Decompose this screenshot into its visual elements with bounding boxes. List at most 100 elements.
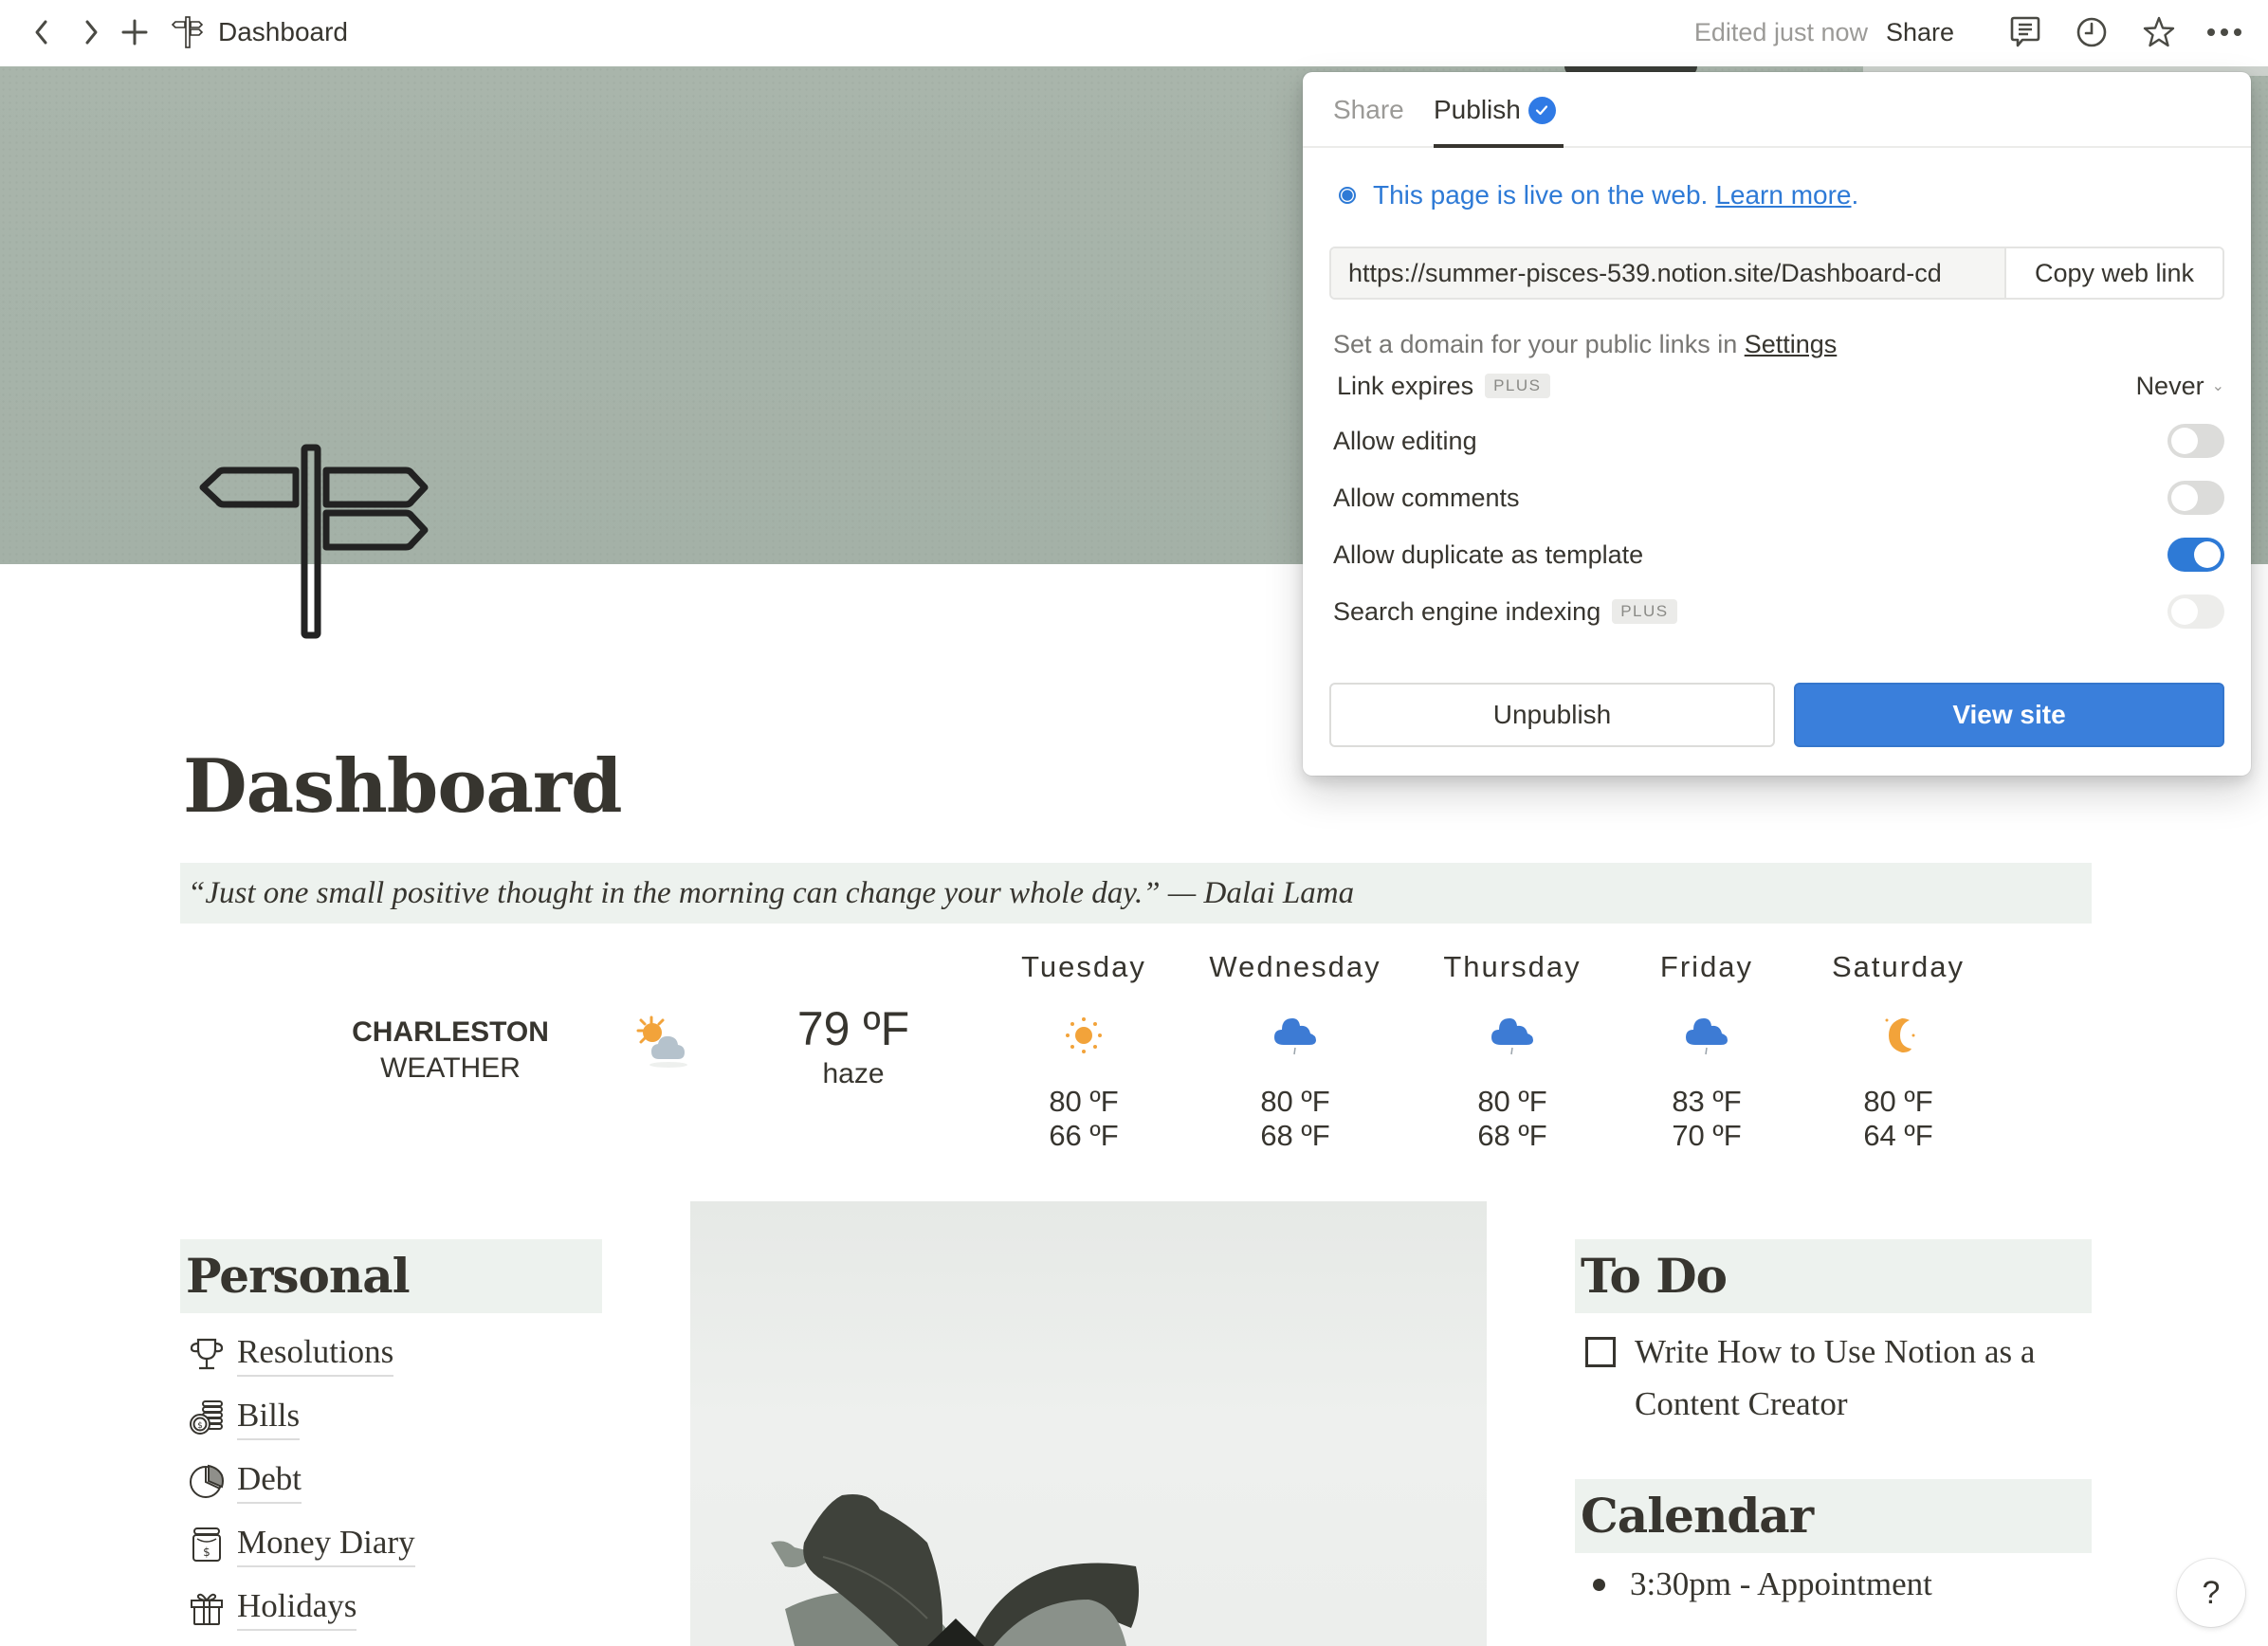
forecast-day-name: Friday <box>1659 950 1754 983</box>
search-indexing-label-wrap: Search engine indexing PLUS <box>1333 597 1677 627</box>
allow-comments-toggle[interactable] <box>2167 481 2224 515</box>
more-button[interactable] <box>2205 13 2243 51</box>
publish-popup: Share Publish This page is live on the w… <box>1303 72 2251 776</box>
domain-hint: Set a domain for your public links in Se… <box>1333 325 1837 363</box>
calendar-item: 3:30pm - Appointment <box>1589 1561 1932 1608</box>
link-expires-label: Link expires <box>1337 371 1474 400</box>
forward-button[interactable] <box>72 13 110 51</box>
weather-widget: CHARLESTON WEATHER 79 ºF haze Tuesday 80… <box>0 939 2268 1157</box>
allow-editing-toggle[interactable] <box>2167 424 2224 458</box>
allow-duplicate-row: Allow duplicate as template <box>1333 531 2224 578</box>
help-button[interactable]: ? <box>2177 1559 2245 1627</box>
check-circle-icon <box>1527 96 1556 124</box>
tab-publish-label: Publish <box>1434 95 1521 124</box>
forecast-day-name: Saturday <box>1831 950 1966 983</box>
signpost-page-icon[interactable] <box>199 444 442 643</box>
personal-link-bills[interactable]: $ Bills <box>186 1385 415 1449</box>
todo-heading[interactable]: To Do <box>1575 1239 2092 1313</box>
toggle-knob <box>2171 598 2198 625</box>
todo-text[interactable]: Write How to Use Notion as a Content Cre… <box>1635 1326 2078 1430</box>
search-indexing-label: Search engine indexing <box>1333 596 1601 626</box>
todo-item: Write How to Use Notion as a Content Cre… <box>1585 1326 2078 1430</box>
weather-location: CHARLESTON WEATHER <box>322 1015 578 1087</box>
allow-duplicate-toggle[interactable] <box>2167 538 2224 572</box>
live-status-text: This page is live on the web. <box>1373 180 1709 210</box>
personal-link-debt[interactable]: Debt <box>186 1449 415 1512</box>
forecast-day: Tuesday 80 ºF 66 ºF <box>989 939 1179 1153</box>
gift-icon <box>186 1587 228 1629</box>
calendar-heading[interactable]: Calendar <box>1575 1479 2092 1553</box>
web-link-url[interactable]: https://summer-pisces-539.notion.site/Da… <box>1331 248 2004 298</box>
trophy-icon <box>186 1333 228 1375</box>
chevron-right-icon <box>85 20 98 45</box>
svg-text:$: $ <box>203 1545 210 1559</box>
learn-more-link[interactable]: Learn more <box>1715 176 1851 214</box>
forecast-high: 80 ºF <box>1260 1085 1330 1118</box>
unpublish-button[interactable]: Unpublish <box>1329 683 1775 747</box>
toggle-knob <box>2171 485 2198 511</box>
personal-link-label: Bills <box>237 1395 301 1440</box>
live-status: This page is live on the web. Learn more… <box>1339 176 1858 214</box>
more-icon <box>2207 28 2241 36</box>
view-site-button[interactable]: View site <box>1794 683 2224 747</box>
calendar-item-text[interactable]: 3:30pm - Appointment <box>1630 1561 1932 1608</box>
updates-button[interactable] <box>2073 13 2111 51</box>
period: . <box>1851 180 1859 210</box>
forecast-day-name: Tuesday <box>1021 950 1146 983</box>
domain-hint-text: Set a domain for your public links in <box>1333 330 1745 358</box>
allow-comments-row: Allow comments <box>1333 474 2224 521</box>
comments-button[interactable] <box>2006 13 2044 51</box>
star-icon <box>2143 16 2175 47</box>
weather-label: WEATHER <box>380 1052 521 1084</box>
link-expires-row: Link expires PLUS Never ⌄ <box>1333 362 2224 410</box>
forecast-low: 70 ºF <box>1672 1119 1742 1152</box>
forecast-day: Thursday 80 ºF 68 ºF <box>1418 939 1607 1153</box>
settings-link[interactable]: Settings <box>1745 330 1838 358</box>
svg-text:$: $ <box>197 1421 203 1431</box>
personal-link-label: Money Diary <box>237 1522 415 1567</box>
weather-city: CHARLESTON <box>352 1016 549 1048</box>
forecast-high: 80 ºF <box>1049 1085 1119 1118</box>
search-indexing-toggle[interactable] <box>2167 594 2224 629</box>
todo-checkbox[interactable] <box>1585 1337 1616 1367</box>
personal-link-holidays[interactable]: Holidays <box>186 1576 415 1639</box>
moon-icon <box>1885 1018 1915 1052</box>
personal-link-resolutions[interactable]: Resolutions <box>186 1322 415 1385</box>
forecast-day-name: Thursday <box>1443 950 1582 983</box>
share-button[interactable]: Share <box>1886 13 1954 51</box>
personal-link-label: Holidays <box>237 1585 357 1631</box>
chevron-down-icon: ⌄ <box>2211 378 2224 394</box>
chevron-left-icon <box>35 20 47 45</box>
plus-icon <box>121 19 148 46</box>
money-jar-icon: $ <box>186 1524 228 1565</box>
plus-badge: PLUS <box>1485 374 1550 398</box>
plus-badge: PLUS <box>1612 599 1677 624</box>
forecast-day-name: Wednesday <box>1209 950 1381 983</box>
personal-link-label: Resolutions <box>237 1331 394 1377</box>
personal-heading[interactable]: Personal <box>180 1239 602 1313</box>
page-title[interactable]: Dashboard <box>183 740 623 834</box>
edited-status: Edited just now <box>1693 18 1868 46</box>
copy-web-link-button[interactable]: Copy web link <box>2004 248 2222 298</box>
rain-cloud-icon <box>1491 1018 1533 1055</box>
allow-duplicate-label: Allow duplicate as template <box>1333 540 1644 569</box>
top-bar: Dashboard Edited just now Share <box>0 0 2268 66</box>
link-expires-select[interactable]: Never ⌄ <box>2136 372 2224 401</box>
live-dot-icon <box>1339 187 1356 204</box>
forecast-day: Friday 83 ºF 70 ºF <box>1612 939 1802 1153</box>
allow-comments-label: Allow comments <box>1333 483 1520 512</box>
plant-image[interactable] <box>690 1201 1487 1646</box>
personal-link-money-diary[interactable]: $ Money Diary <box>186 1512 415 1576</box>
tab-publish[interactable]: Publish <box>1434 91 1556 129</box>
breadcrumb-page-title[interactable]: Dashboard <box>218 13 348 51</box>
forecast-low: 68 ºF <box>1260 1119 1330 1152</box>
back-button[interactable] <box>23 13 61 51</box>
personal-links: Resolutions $ Bills Debt $ Money Diary H… <box>186 1322 415 1639</box>
current-weather: 79 ºF haze <box>749 1000 958 1091</box>
forecast-low: 64 ºF <box>1863 1119 1933 1152</box>
new-page-button[interactable] <box>116 13 154 51</box>
favorite-button[interactable] <box>2140 13 2178 51</box>
quote-block[interactable]: “Just one small positive thought in the … <box>180 863 2092 924</box>
tab-share[interactable]: Share <box>1333 91 1404 129</box>
active-tab-indicator <box>1434 144 1564 148</box>
